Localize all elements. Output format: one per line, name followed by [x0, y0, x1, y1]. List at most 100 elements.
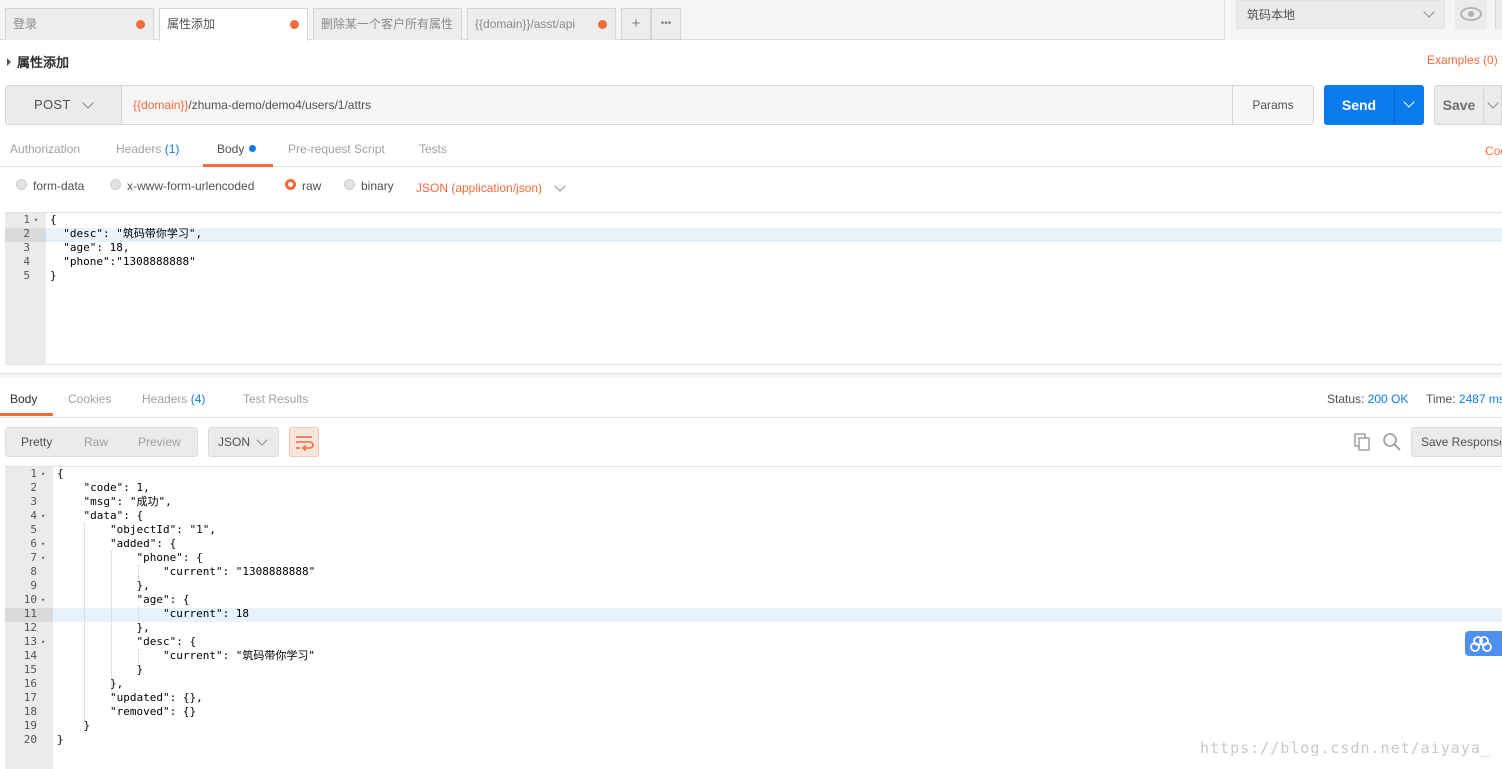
fold-toggle-icon[interactable]: ▾	[41, 635, 45, 649]
content-type-label: JSON (application/json)	[416, 181, 543, 195]
code-line: "objectId": "1",	[57, 523, 216, 536]
response-tab-body[interactable]: Body	[10, 392, 37, 406]
examples-link[interactable]: Examples (0)	[1427, 53, 1498, 67]
request-tab-attr-add[interactable]: 属性添加	[159, 8, 308, 41]
fold-toggle-icon[interactable]: ▾	[41, 509, 45, 523]
response-tab-test-results[interactable]: Test Results	[243, 392, 308, 406]
method-select[interactable]: POST	[5, 85, 122, 125]
format-label: JSON	[218, 435, 251, 449]
line-number: 2	[23, 227, 30, 240]
eye-icon	[1460, 7, 1482, 21]
modified-dot-icon	[249, 145, 257, 152]
line-number: 3	[23, 241, 30, 254]
code-line: "desc": {	[57, 635, 197, 648]
fold-toggle-icon[interactable]: ▾	[41, 537, 45, 551]
view-raw-button[interactable]: Raw	[84, 435, 108, 449]
request-name[interactable]: 属性添加	[7, 52, 69, 71]
environment-select[interactable]: 筑码本地	[1236, 0, 1445, 29]
settings-edge[interactable]	[1495, 0, 1502, 29]
code-line: {	[57, 467, 64, 480]
response-format-select[interactable]: JSON	[208, 427, 279, 457]
chevron-down-icon	[1403, 96, 1415, 108]
response-tab-headers[interactable]: Headers (4)	[142, 392, 205, 406]
fold-toggle-icon[interactable]: ▾	[41, 593, 45, 607]
environment-selected: 筑码本地	[1247, 8, 1296, 22]
pane-divider[interactable]	[0, 373, 1502, 377]
code-line: }	[57, 663, 144, 676]
request-tab-delete-attrs[interactable]: 删除某一个客户所有属性	[313, 8, 462, 40]
ellipsis-icon: •••	[660, 18, 672, 29]
fold-toggle-icon[interactable]: ▾	[41, 551, 45, 565]
copy-icon	[1354, 433, 1370, 451]
fold-toggle-icon[interactable]: ▾	[41, 467, 45, 481]
content-type-select[interactable]: JSON (application/json)	[416, 181, 542, 195]
line-number: 13	[23, 635, 37, 648]
urlencoded-label[interactable]: x-www-form-urlencoded	[127, 179, 254, 193]
line-number: 20	[23, 733, 37, 746]
radio-binary[interactable]	[344, 179, 355, 190]
response-tab-cookies[interactable]: Cookies	[68, 392, 111, 406]
new-tab-button[interactable]: +	[621, 8, 651, 40]
form-data-label[interactable]: form-data	[33, 179, 84, 193]
radio-form-data[interactable]	[16, 179, 27, 190]
chevron-down-icon	[256, 434, 268, 446]
line-number: 5	[30, 523, 37, 536]
tab-label: 属性添加	[167, 17, 216, 31]
tab-authorization[interactable]: Authorization	[10, 142, 80, 156]
send-options-button[interactable]	[1394, 85, 1424, 125]
line-number: 15	[23, 663, 37, 676]
search-icon	[1383, 433, 1401, 451]
url-input[interactable]: {{domain}}/zhuma-demo/demo4/users/1/attr…	[121, 85, 1233, 125]
line-number: 1	[23, 213, 30, 226]
environment-quick-look-button[interactable]	[1455, 0, 1487, 29]
view-preview-button[interactable]: Preview	[138, 435, 181, 449]
line-number: 7	[30, 551, 37, 564]
tab-label: {{domain}}/asst/api	[475, 17, 576, 31]
fold-toggle-icon[interactable]: ▾	[34, 213, 38, 227]
unsaved-dot-icon	[598, 20, 607, 29]
params-button[interactable]: Params	[1232, 85, 1314, 125]
send-button[interactable]: Send	[1324, 85, 1394, 125]
url-variable: {{domain}}	[133, 98, 189, 112]
radio-urlencoded[interactable]	[110, 179, 121, 190]
copy-response-button[interactable]	[1352, 432, 1372, 452]
status-value: 200 OK	[1367, 392, 1409, 406]
url-path: /zhuma-demo/demo4/users/1/attrs	[188, 98, 372, 112]
watermark: https://blog.csdn.net/aiyaya_	[1200, 739, 1491, 757]
current-line-highlight	[53, 608, 1502, 622]
request-tab-asst-api[interactable]: {{domain}}/asst/api	[467, 8, 616, 40]
tab-prerequest-script[interactable]: Pre-request Script	[288, 142, 385, 156]
radio-raw[interactable]	[285, 179, 296, 190]
code-line: },	[57, 677, 124, 690]
more-tabs-button[interactable]: •••	[651, 8, 681, 40]
save-options-button[interactable]	[1483, 85, 1502, 125]
code-line: "age": {	[57, 593, 190, 606]
binary-label[interactable]: binary	[361, 179, 394, 193]
search-response-button[interactable]	[1382, 432, 1402, 452]
tab-body[interactable]: Body	[217, 142, 257, 156]
code-line: "current": "1308888888"	[57, 565, 316, 578]
code-line: {	[50, 213, 57, 226]
tab-headers[interactable]: Headers (1)	[116, 142, 179, 156]
code-line: "current": 18	[57, 607, 250, 620]
code-line: "msg": "成功",	[57, 495, 172, 508]
wrap-lines-button[interactable]	[289, 427, 319, 457]
view-pretty-button[interactable]: Pretty	[21, 435, 52, 449]
code-link[interactable]: Code	[1485, 144, 1502, 158]
tab-tests[interactable]: Tests	[419, 142, 447, 156]
code-line: "added": {	[57, 537, 177, 550]
line-number: 16	[23, 677, 37, 690]
plus-icon: +	[631, 15, 641, 32]
request-tab-login[interactable]: 登录	[5, 8, 154, 40]
save-response-button[interactable]: Save Response	[1411, 427, 1502, 457]
time-label: Time:	[1426, 392, 1456, 406]
floating-assistant-button[interactable]	[1465, 631, 1502, 656]
raw-label[interactable]: raw	[302, 179, 321, 193]
code-line: "removed": {}	[57, 705, 197, 718]
save-button[interactable]: Save	[1434, 85, 1484, 125]
line-number: 2	[30, 481, 37, 494]
time-value: 2487 ms	[1458, 392, 1502, 406]
response-headers-label: Headers	[142, 392, 188, 406]
code-line: }	[50, 269, 57, 282]
response-tabs	[0, 378, 1502, 418]
